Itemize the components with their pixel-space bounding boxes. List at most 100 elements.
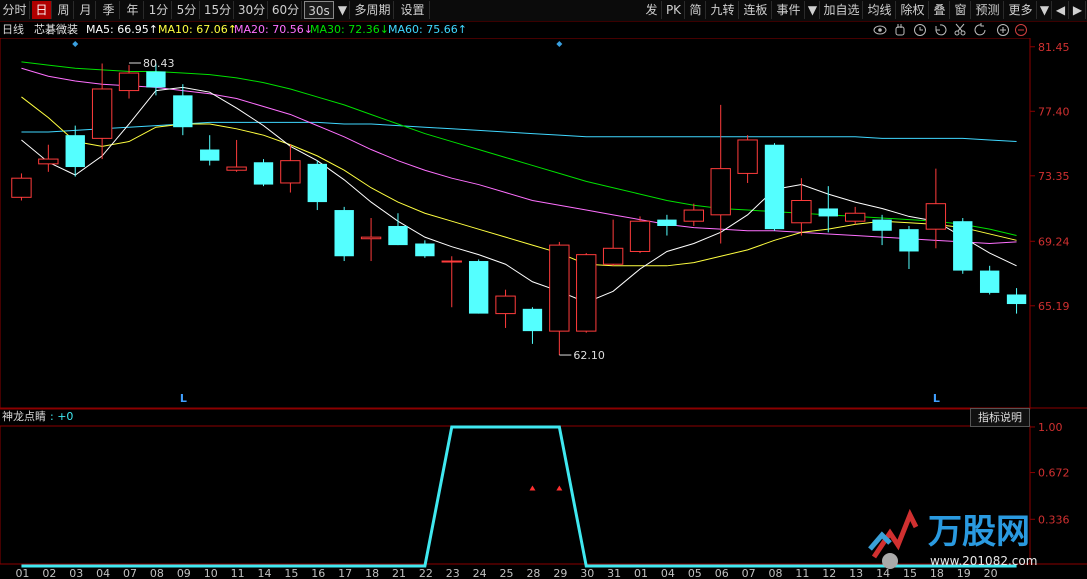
candle-body (388, 225, 408, 246)
date-label: 21 (392, 567, 406, 579)
event-diamond (72, 41, 79, 47)
candle (602, 219, 624, 266)
toolbar-right-12[interactable]: 预测 (972, 1, 1004, 19)
candle (118, 65, 140, 99)
candle-body (200, 149, 220, 161)
toolbar-left-0[interactable]: 分时 (0, 1, 30, 19)
toolbar-left-7[interactable]: 5分 (174, 1, 200, 19)
toolbar-left-9[interactable]: 30分 (236, 1, 268, 19)
date-label: 11 (231, 567, 245, 579)
toolbar-right-7[interactable]: 加自选 (821, 1, 863, 19)
scissors-icon[interactable] (954, 23, 966, 36)
toolbar-left-8[interactable]: 15分 (202, 1, 234, 19)
candle (307, 160, 327, 211)
candle-body (65, 135, 85, 168)
candle-body (307, 163, 327, 203)
toolbar-right-2[interactable]: 简 (686, 1, 706, 19)
toolbar-right-3[interactable]: 九转 (707, 1, 739, 19)
candle (65, 125, 85, 177)
candle-body (522, 308, 543, 332)
date-label: 23 (446, 567, 460, 579)
toolbar-right-6[interactable]: ▼ (806, 1, 820, 19)
toolbar-left-1[interactable]: 日 (32, 1, 52, 19)
signal-triangle (529, 485, 536, 491)
date-label: 15 (284, 567, 298, 579)
candle-body (818, 208, 838, 217)
candle (710, 104, 731, 244)
toolbar-right-0[interactable]: 发 (642, 1, 662, 19)
toolbar-left-12[interactable]: ▼ (336, 1, 350, 19)
ma5-line (21, 86, 1017, 303)
candle-body (657, 219, 677, 226)
candle-body (979, 270, 1000, 293)
add-icon[interactable] (997, 24, 1009, 36)
price-tick-label: 81.45 (1038, 41, 1070, 54)
indicator-value: : +0 (50, 410, 74, 423)
date-label: 18 (365, 567, 379, 579)
history-icon[interactable] (914, 24, 926, 36)
candle (226, 139, 247, 172)
toolbar-left-4[interactable]: 季 (98, 1, 120, 19)
toolbar-right-15[interactable]: ◀ (1053, 1, 1069, 19)
price-tick-label: 73.35 (1038, 170, 1070, 183)
candle (360, 218, 382, 262)
toolbar-right-5[interactable]: 事件 (773, 1, 805, 19)
hand-icon[interactable] (895, 24, 905, 36)
toolbar-left-14[interactable]: 设置 (396, 1, 430, 19)
candle (899, 225, 919, 269)
toolbar-right-1[interactable]: PK (663, 1, 685, 19)
candle (925, 168, 947, 249)
toolbar-right-13[interactable]: 更多 (1005, 1, 1037, 19)
candle (334, 206, 354, 262)
low-marker: L (933, 392, 940, 405)
back-icon[interactable] (935, 24, 947, 36)
price-tick-label: 65.19 (1038, 300, 1070, 313)
toolbar-right-11[interactable]: 窗 (951, 1, 971, 19)
candle-body (1006, 294, 1027, 305)
date-label: 22 (419, 567, 433, 579)
candle-body (710, 168, 731, 216)
toolbar-left-2[interactable]: 周 (54, 1, 74, 19)
candle-body (683, 209, 704, 222)
candle (253, 159, 274, 187)
candle (629, 216, 651, 254)
toolbar-right-4[interactable]: 连板 (740, 1, 772, 19)
toolbar-left-13[interactable]: 多周期 (352, 1, 394, 19)
date-label: 14 (258, 567, 272, 579)
candle (549, 241, 570, 356)
indicator-help-button[interactable]: 指标说明 (970, 408, 1030, 427)
stock-name: 芯碁微装 (34, 23, 78, 36)
date-label: 11 (795, 567, 809, 579)
toolbar-right-16[interactable]: ▶ (1070, 1, 1086, 19)
candle-body (899, 229, 919, 252)
candle-body (737, 139, 758, 174)
candle-body (629, 220, 651, 252)
toolbar-right-9[interactable]: 除权 (897, 1, 929, 19)
candle-body (118, 72, 140, 92)
candle-body (360, 236, 382, 240)
refresh-icon[interactable] (974, 23, 986, 36)
subchart-legend-bar: 神龙点睛 : +0 (0, 409, 1087, 425)
toolbar-left-6[interactable]: 1分 (146, 1, 172, 19)
kline-chart[interactable]: 81.4577.4073.3569.2465.1980.4362.10L L1.0… (0, 38, 1087, 579)
toolbar-left-10[interactable]: 60分 (270, 1, 302, 19)
date-label: 01 (15, 567, 29, 579)
indicator-name: 神龙点睛 (2, 410, 46, 423)
candle (683, 203, 704, 226)
price-tick-label: 77.40 (1038, 105, 1070, 118)
ma20-legend: MA20: 70.56↓ (234, 23, 313, 36)
date-label: 03 (69, 567, 83, 579)
eye-icon[interactable] (873, 25, 887, 35)
candle (280, 144, 301, 193)
minus-icon[interactable] (1015, 24, 1027, 36)
toolbar-right-14[interactable]: ▼ (1038, 1, 1052, 19)
candle (441, 256, 462, 308)
candle-body (415, 243, 435, 257)
toolbar-right-10[interactable]: 叠 (930, 1, 950, 19)
toolbar-left-3[interactable]: 月 (76, 1, 96, 19)
candle-body (253, 162, 274, 185)
toolbar-right-8[interactable]: 均线 (864, 1, 896, 19)
toolbar-left-11[interactable]: 30s (304, 1, 334, 19)
toolbar-left-5[interactable]: 年 (122, 1, 144, 19)
date-label: 08 (150, 567, 164, 579)
